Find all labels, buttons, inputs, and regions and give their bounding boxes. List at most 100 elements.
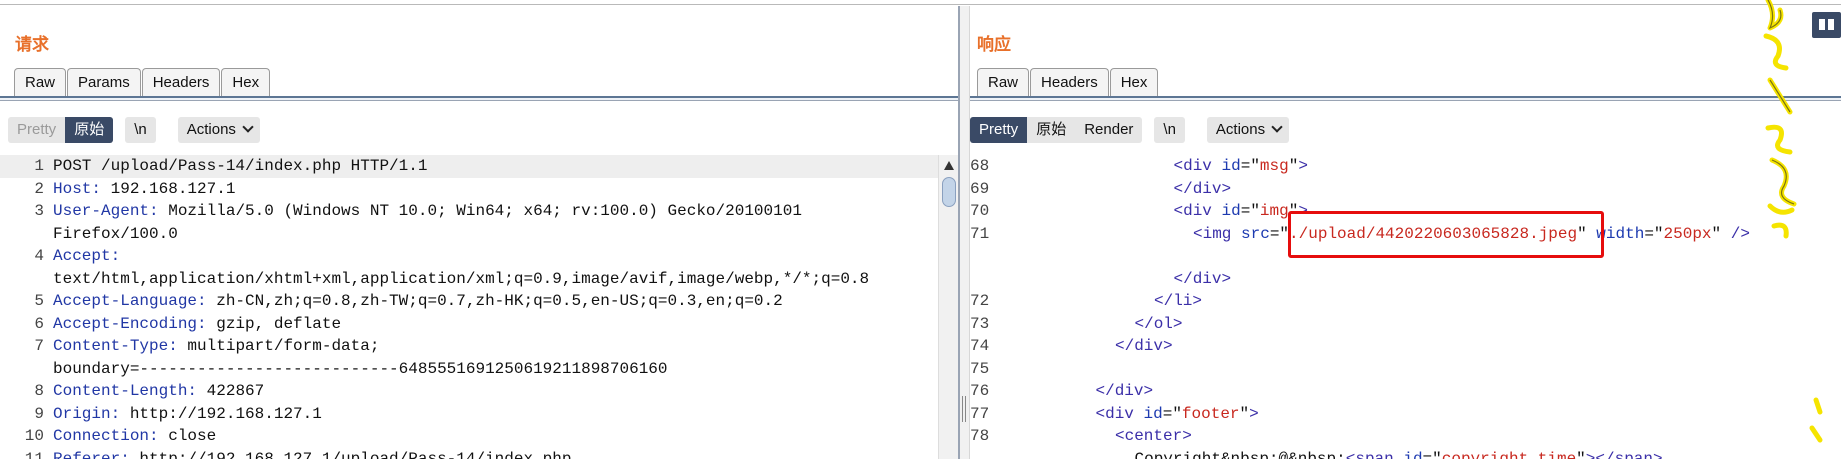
header-value: gzip, deflate <box>206 314 342 333</box>
request-line: 3 User-Agent: Mozilla/5.0 (Windows NT 10.… <box>0 200 938 223</box>
code-token: =" <box>1269 224 1290 243</box>
response-line: 77 <div id="footer"> <box>970 403 1841 426</box>
request-editor[interactable]: 1 POST /upload/Pass-14/index.php HTTP/1.1… <box>0 155 938 459</box>
top-border <box>0 4 1841 5</box>
line-content: User-Agent: Mozilla/5.0 (Windows NT 10.0… <box>53 200 802 223</box>
response-line: Copyright&nbsp;@&nbsp;<span id="copyrigh… <box>970 448 1841 459</box>
response-pretty-button[interactable]: Pretty <box>970 117 1028 143</box>
header-value: 192.168.127.1 <box>101 179 236 198</box>
code-token: <div <box>1173 157 1222 175</box>
response-line: 74 </div> <box>970 335 1841 358</box>
request-raw-button[interactable]: 原始 <box>65 117 114 143</box>
scroll-thumb[interactable] <box>942 177 956 207</box>
code-token: </div> <box>1095 382 1154 400</box>
response-editor[interactable]: 68 <div id="msg"> 69 </div> 70 <div id="img">… <box>970 155 1841 459</box>
header-name: Accept-Language: <box>53 292 207 310</box>
request-tab-params[interactable]: Params <box>67 68 141 96</box>
line-content: Accept-Language: zh-CN,zh;q=0.8,zh-TW;q=… <box>53 290 783 313</box>
header-name: User-Agent: <box>53 202 159 220</box>
line-content: Referer: http://192.168.127.1/upload/Pas… <box>53 448 571 459</box>
code-token: > <box>1249 404 1259 423</box>
request-scrollbar[interactable] <box>938 155 958 459</box>
code-token: " <box>1239 404 1250 423</box>
code-token: 250px <box>1663 224 1712 243</box>
request-actions-button[interactable]: Actions <box>177 117 260 143</box>
line-content: Accept-Encoding: gzip, deflate <box>53 313 341 336</box>
code-token: copyright_time <box>1441 449 1577 459</box>
request-view-toggle: Pretty 原始 <box>8 117 114 143</box>
request-tab-raw[interactable]: Raw <box>14 68 67 96</box>
header-value: http://192.168.127.1 <box>120 404 322 423</box>
request-title: 请求 <box>15 35 49 54</box>
line-number: 69 <box>970 179 990 198</box>
request-pretty-button[interactable]: Pretty <box>8 117 65 143</box>
code-token: =" <box>1644 224 1664 243</box>
chevron-down-icon <box>1271 121 1283 133</box>
line-content: Accept: <box>53 245 120 268</box>
line-number: 75 <box>970 359 990 378</box>
request-line: 4 Accept: <box>0 245 938 268</box>
line-number: 8 <box>34 382 44 400</box>
line-number: 78 <box>970 427 990 445</box>
line-content: </div> <box>998 268 1232 291</box>
response-tab-raw[interactable]: Raw <box>977 68 1030 96</box>
line-content: <div id="footer"> <box>998 403 1259 426</box>
response-toolbar: Pretty 原始 Render \n Actions <box>970 117 1290 143</box>
code-token: =" <box>1240 157 1260 175</box>
line-content: </div> <box>998 335 1173 358</box>
line-number: 7 <box>34 337 44 355</box>
code-token: </li> <box>1154 292 1203 310</box>
header-name: Content-Type: <box>53 337 178 355</box>
code-token: <div <box>1173 202 1222 220</box>
line-content: </ol> <box>998 313 1183 336</box>
split-columns-bar-right <box>1828 19 1834 30</box>
code-token: " <box>1288 157 1299 175</box>
header-name: Connection: <box>53 427 159 445</box>
line-content: Firefox/100.0 <box>53 223 178 246</box>
line-content: <div id="img"> <box>998 200 1308 223</box>
header-value: http://192.168.127.1/upload/Pass-14/inde… <box>129 449 572 459</box>
line-number: 6 <box>34 314 44 333</box>
code-token: src <box>1241 224 1270 243</box>
line-content: <center> <box>998 425 1192 448</box>
response-line: 76 </div> <box>970 380 1841 403</box>
code-token: </div> <box>1115 337 1173 355</box>
code-token: =" <box>1240 202 1260 220</box>
header-value: boundary=---------------------------6485… <box>53 359 668 378</box>
request-tabs: Raw Params Headers Hex <box>14 68 271 96</box>
splitter-grip-icon[interactable] <box>962 396 966 422</box>
response-tab-headers[interactable]: Headers <box>1030 68 1109 96</box>
line-number: 71 <box>970 224 990 243</box>
pane-splitter[interactable] <box>958 6 970 459</box>
response-title: 响应 <box>977 35 1011 54</box>
response-tab-hex[interactable]: Hex <box>1109 68 1159 96</box>
request-line: text/html,application/xhtml+xml,applicat… <box>0 268 938 291</box>
scroll-up-arrow-icon[interactable] <box>944 161 954 170</box>
split-columns-icon[interactable] <box>1812 12 1841 38</box>
line-number: 68 <box>970 157 990 175</box>
response-newline-button[interactable]: \n <box>1154 117 1185 143</box>
request-line: 10 Connection: close <box>0 425 938 448</box>
response-view-toggle: Pretty 原始 Render <box>970 117 1143 143</box>
line-content: text/html,application/xhtml+xml,applicat… <box>53 268 869 291</box>
line-content: </li> <box>998 290 1202 313</box>
header-value: 422867 <box>197 382 265 400</box>
request-newline-button[interactable]: \n <box>125 117 156 143</box>
response-actions-button[interactable]: Actions <box>1206 117 1290 143</box>
line-number: 4 <box>34 247 44 265</box>
request-line: 7 Content-Type: multipart/form-data; <box>0 335 938 358</box>
response-line: </div> <box>970 268 1841 291</box>
request-tab-hex[interactable]: Hex <box>221 68 271 96</box>
response-raw-button[interactable]: 原始 <box>1027 117 1075 143</box>
line-content: Copyright&nbsp;@&nbsp;<span id="copyrigh… <box>998 448 1663 459</box>
line-number: 74 <box>970 337 990 355</box>
request-tab-headers[interactable]: Headers <box>141 68 221 96</box>
response-tab-underline <box>970 96 1841 101</box>
response-render-button[interactable]: Render <box>1075 117 1142 143</box>
line-content: Origin: http://192.168.127.1 <box>53 403 322 426</box>
header-name: Origin: <box>53 404 121 423</box>
header-name: Referer: <box>53 449 130 459</box>
line-number: 11 <box>24 449 44 459</box>
code-token: " <box>1711 224 1731 243</box>
header-value: Mozilla/5.0 (Windows NT 10.0; Win64; x64… <box>158 202 802 220</box>
